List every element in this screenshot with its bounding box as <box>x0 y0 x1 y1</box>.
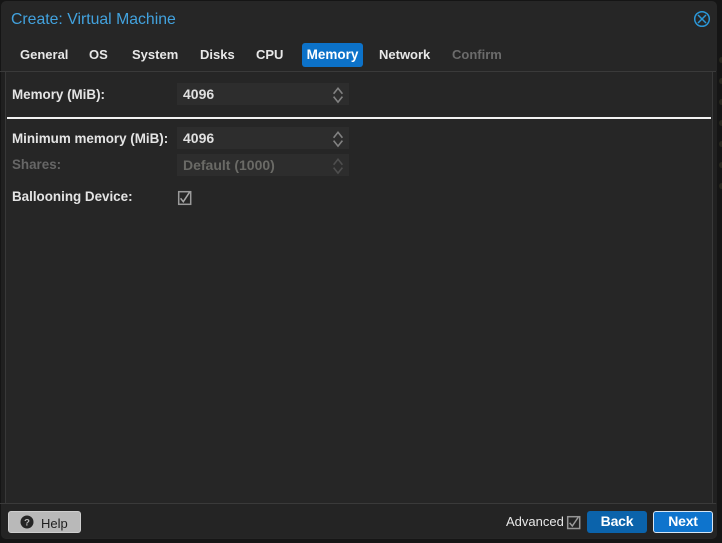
svg-text:?: ? <box>24 517 30 528</box>
